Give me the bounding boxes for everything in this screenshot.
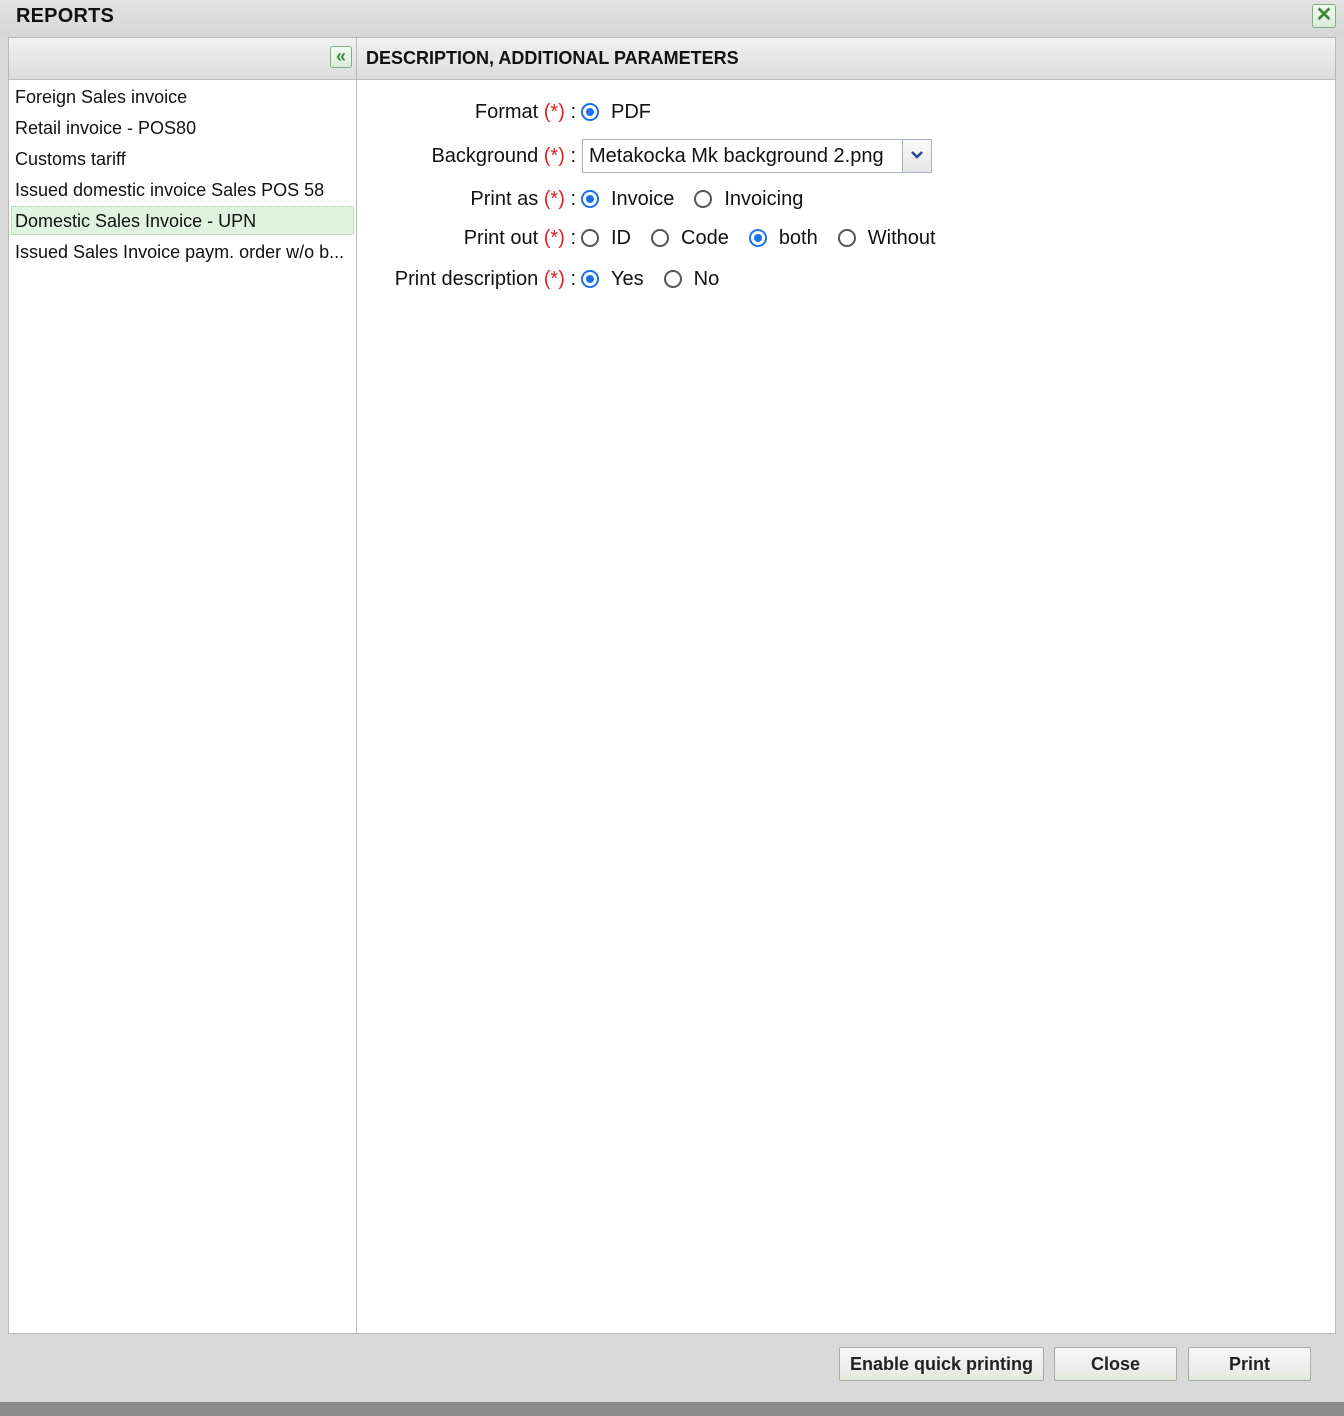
radio-unchecked-icon[interactable] xyxy=(694,190,713,208)
print-description-label-text: Print description xyxy=(394,268,539,290)
print-out-radio-id[interactable]: ID xyxy=(581,227,631,250)
radio-checked-icon[interactable] xyxy=(748,229,767,247)
print-description-row: Print description (*) : Yes No xyxy=(357,263,1336,295)
parameters-header: DESCRIPTION, ADDITIONAL PARAMETERS xyxy=(357,38,1335,80)
format-label-text: Format xyxy=(474,101,539,123)
print-out-options: ID Code both Without xyxy=(581,222,956,254)
print-as-label-text: Print as xyxy=(470,188,539,210)
close-icon[interactable]: ✕ xyxy=(1312,4,1336,28)
print-out-option-label: both xyxy=(778,226,818,249)
print-description-label: Print description (*) : xyxy=(395,263,576,295)
format-radio-pdf[interactable]: PDF xyxy=(581,101,651,124)
print-out-option-label: Code xyxy=(681,226,729,249)
bottom-border xyxy=(0,1402,1344,1416)
enable-quick-printing-button[interactable]: Enable quick printing xyxy=(839,1347,1044,1381)
chevron-down-icon[interactable] xyxy=(903,140,931,172)
required-marker: (*) xyxy=(543,101,565,123)
background-select-value: Metakocka Mk background 2.png xyxy=(583,140,903,172)
colon: : xyxy=(570,268,576,290)
parameters-panel: DESCRIPTION, ADDITIONAL PARAMETERS Forma… xyxy=(357,37,1336,1334)
format-label: Format (*) : xyxy=(475,96,576,128)
print-out-radio-both[interactable]: both xyxy=(748,226,818,250)
print-button[interactable]: Print xyxy=(1188,1347,1311,1381)
print-as-options: Invoice Invoicing xyxy=(581,183,823,215)
radio-checked-icon[interactable] xyxy=(581,190,599,208)
close-button[interactable]: Close xyxy=(1054,1347,1177,1381)
background-select[interactable]: Metakocka Mk background 2.png xyxy=(582,139,932,173)
colon: : xyxy=(570,188,576,210)
radio-unchecked-icon[interactable] xyxy=(837,229,856,247)
print-out-option-label: Without xyxy=(867,226,936,249)
radio-unchecked-icon[interactable] xyxy=(651,229,669,247)
radio-checked-icon[interactable] xyxy=(581,270,599,288)
print-as-radio-invoice[interactable]: Invoice xyxy=(581,188,674,211)
report-list-header: « xyxy=(9,38,356,80)
print-out-radio-code[interactable]: Code xyxy=(651,227,729,250)
required-marker: (*) xyxy=(543,145,565,167)
print-description-option-label: No xyxy=(693,267,720,290)
required-marker: (*) xyxy=(543,188,565,210)
print-description-options: Yes No xyxy=(581,263,739,295)
background-label: Background (*) : xyxy=(431,140,576,172)
report-item-issued-sales-invoice-payment-order[interactable]: Issued Sales Invoice paym. order w/o b..… xyxy=(11,237,354,266)
required-marker: (*) xyxy=(543,268,565,290)
print-as-option-label: Invoice xyxy=(611,187,675,210)
print-as-radio-invoicing[interactable]: Invoicing xyxy=(694,188,803,211)
radio-checked-icon[interactable] xyxy=(581,103,599,121)
collapse-panel-icon[interactable]: « xyxy=(330,46,352,68)
background-control: Metakocka Mk background 2.png xyxy=(582,139,932,173)
radio-unchecked-icon[interactable] xyxy=(663,270,682,288)
print-description-radio-yes[interactable]: Yes xyxy=(581,268,644,291)
format-options: PDF xyxy=(581,96,671,128)
background-label-text: Background xyxy=(431,145,539,167)
print-out-option-label: ID xyxy=(611,226,631,249)
format-option-label: PDF xyxy=(611,100,651,123)
print-description-option-label: Yes xyxy=(611,267,644,290)
colon: : xyxy=(570,227,576,249)
format-row: Format (*) : PDF xyxy=(357,96,1336,128)
print-as-label: Print as (*) : xyxy=(470,183,576,215)
radio-unchecked-icon[interactable] xyxy=(581,229,599,247)
colon: : xyxy=(570,145,576,167)
print-out-radio-without[interactable]: Without xyxy=(837,226,936,250)
report-item-customs-tariff[interactable]: Customs tariff xyxy=(11,144,354,173)
report-item-foreign-sales-invoice[interactable]: Foreign Sales invoice xyxy=(11,82,354,111)
report-item-issued-domestic-invoice-pos58[interactable]: Issued domestic invoice Sales POS 58 xyxy=(11,175,354,204)
colon: : xyxy=(570,101,576,123)
print-description-radio-no[interactable]: No xyxy=(663,267,720,291)
window-titlebar: REPORTS ✕ xyxy=(0,0,1344,36)
required-marker: (*) xyxy=(543,227,565,249)
background-row: Background (*) : Metakocka Mk background… xyxy=(357,139,1336,173)
print-out-label-text: Print out xyxy=(463,227,539,249)
report-list-panel: « Foreign Sales invoice Retail invoice -… xyxy=(8,37,357,1334)
report-item-retail-invoice-pos80[interactable]: Retail invoice - POS80 xyxy=(11,113,354,142)
report-item-domestic-sales-invoice-upn[interactable]: Domestic Sales Invoice - UPN xyxy=(11,206,354,235)
window-title: REPORTS xyxy=(16,5,115,27)
print-out-row: Print out (*) : ID Code both Without xyxy=(357,222,1336,254)
report-list: Foreign Sales invoice Retail invoice - P… xyxy=(9,80,356,266)
print-as-option-label: Invoicing xyxy=(724,187,804,210)
print-as-row: Print as (*) : Invoice Invoicing xyxy=(357,183,1336,215)
print-out-label: Print out (*) : xyxy=(464,222,576,254)
